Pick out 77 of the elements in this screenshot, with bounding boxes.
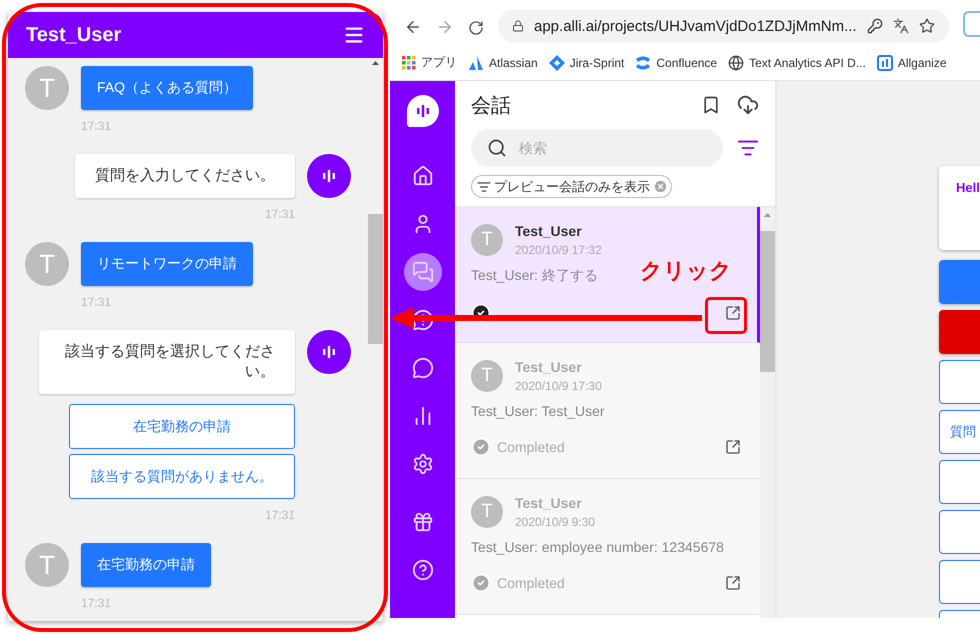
conversation-date: 2020/10/9 9:30 — [515, 515, 596, 529]
bookmark-link[interactable]: Atlassian — [468, 54, 538, 70]
scrollbar-thumb[interactable] — [368, 214, 383, 344]
apps-grid-icon — [402, 56, 416, 70]
bookmark-link[interactable]: アプリ — [402, 54, 457, 71]
option-button[interactable]: 該当する質問がありません。 — [69, 454, 295, 499]
globe-icon — [728, 54, 744, 70]
message-preview: Test_User: employee number: 12345678 — [471, 539, 724, 555]
bot-message: 質問を入力してください。 — [75, 154, 295, 198]
panel-title: 会話 — [471, 94, 512, 118]
scrollbar-thumb[interactable] — [760, 231, 775, 372]
help-icon — [412, 559, 434, 581]
gift-icon — [412, 511, 434, 533]
settings-icon — [412, 453, 434, 475]
cloud-download-icon[interactable] — [737, 94, 759, 116]
open-external-icon[interactable] — [725, 439, 741, 455]
user-avatar: T — [471, 496, 503, 528]
diamond-logo-icon — [548, 54, 565, 70]
user-name: Test_User — [515, 359, 583, 375]
user-message: リモートワークの申請 — [81, 242, 253, 286]
translate-icon[interactable] — [892, 18, 909, 34]
star-icon[interactable] — [918, 18, 935, 34]
question-bubble-icon — [412, 309, 434, 331]
url-text: app.alli.ai/projects/UHJvamVjdDo1ZDJjMmNm... — [534, 18, 857, 34]
annotation-label: クリック — [640, 257, 732, 285]
forward-icon[interactable] — [436, 18, 454, 36]
user-avatar: T — [471, 360, 503, 392]
search-icon — [487, 138, 507, 158]
chat-title: Test_User — [26, 24, 122, 46]
user-message: 在宅勤務の申請 — [81, 543, 211, 587]
bookmark-link[interactable]: Allganize — [876, 54, 947, 70]
square-logo-icon — [876, 54, 893, 70]
bot-avatar — [307, 330, 351, 374]
bookmark-link[interactable]: Confluence — [635, 54, 718, 70]
status-text: Completed — [497, 439, 566, 455]
user-message: FAQ（よくある質問） — [81, 66, 254, 110]
scrollbar[interactable] — [760, 207, 775, 618]
chat-bubbles-icon — [412, 261, 434, 283]
user-name: Test_User — [515, 223, 583, 239]
bot-message: 該当する質問を選択してください。 — [39, 330, 295, 394]
user-avatar: T — [25, 66, 69, 110]
user-avatar: T — [25, 242, 69, 286]
back-icon[interactable] — [404, 18, 422, 36]
check-icon — [471, 437, 491, 457]
clear-icon[interactable] — [653, 179, 668, 194]
open-external-icon[interactable] — [725, 305, 741, 321]
option-button[interactable]: 在宅勤務の申請 — [69, 404, 295, 449]
logo-icon — [406, 95, 438, 127]
highlight-box — [705, 297, 747, 334]
chat-bubble-icon — [412, 357, 434, 379]
triangle-logo-icon — [468, 54, 484, 70]
filter-icon — [477, 180, 491, 194]
status-text: Completed — [497, 575, 566, 591]
user-avatar: T — [471, 224, 503, 256]
sidebar-item[interactable] — [404, 253, 442, 291]
user-avatar: T — [25, 543, 69, 587]
home-icon — [412, 165, 434, 187]
message-preview: Test_User: 終了する — [471, 267, 598, 285]
address-bar[interactable]: app.alli.ai/projects/UHJvamVjdDo1ZDJjMmNm... — [498, 9, 949, 43]
scrollbar[interactable] — [368, 58, 383, 621]
bookmark-link[interactable]: Text Analytics API D... — [728, 54, 866, 70]
preview-button[interactable]: 質問 — [939, 410, 980, 454]
search-field[interactable]: 検索 — [471, 129, 723, 167]
message-card: Hell — [939, 166, 980, 250]
check-icon — [471, 573, 491, 593]
reload-icon[interactable] — [468, 20, 484, 36]
filter-chip[interactable]: プレビュー会話のみを表示 — [471, 175, 672, 198]
bot-avatar — [307, 154, 351, 198]
open-external-icon[interactable] — [725, 575, 741, 591]
conversation-date: 2020/10/9 17:32 — [515, 243, 602, 257]
user-name: Test_User — [515, 495, 583, 511]
conversation-date: 2020/10/9 17:30 — [515, 379, 602, 393]
message-preview: Test_User: Test_User — [471, 403, 605, 419]
key-icon[interactable] — [866, 18, 883, 34]
bookmark-link[interactable]: Jira-Sprint — [548, 54, 624, 70]
wave-logo-icon — [635, 54, 652, 70]
lock-icon — [512, 20, 524, 32]
